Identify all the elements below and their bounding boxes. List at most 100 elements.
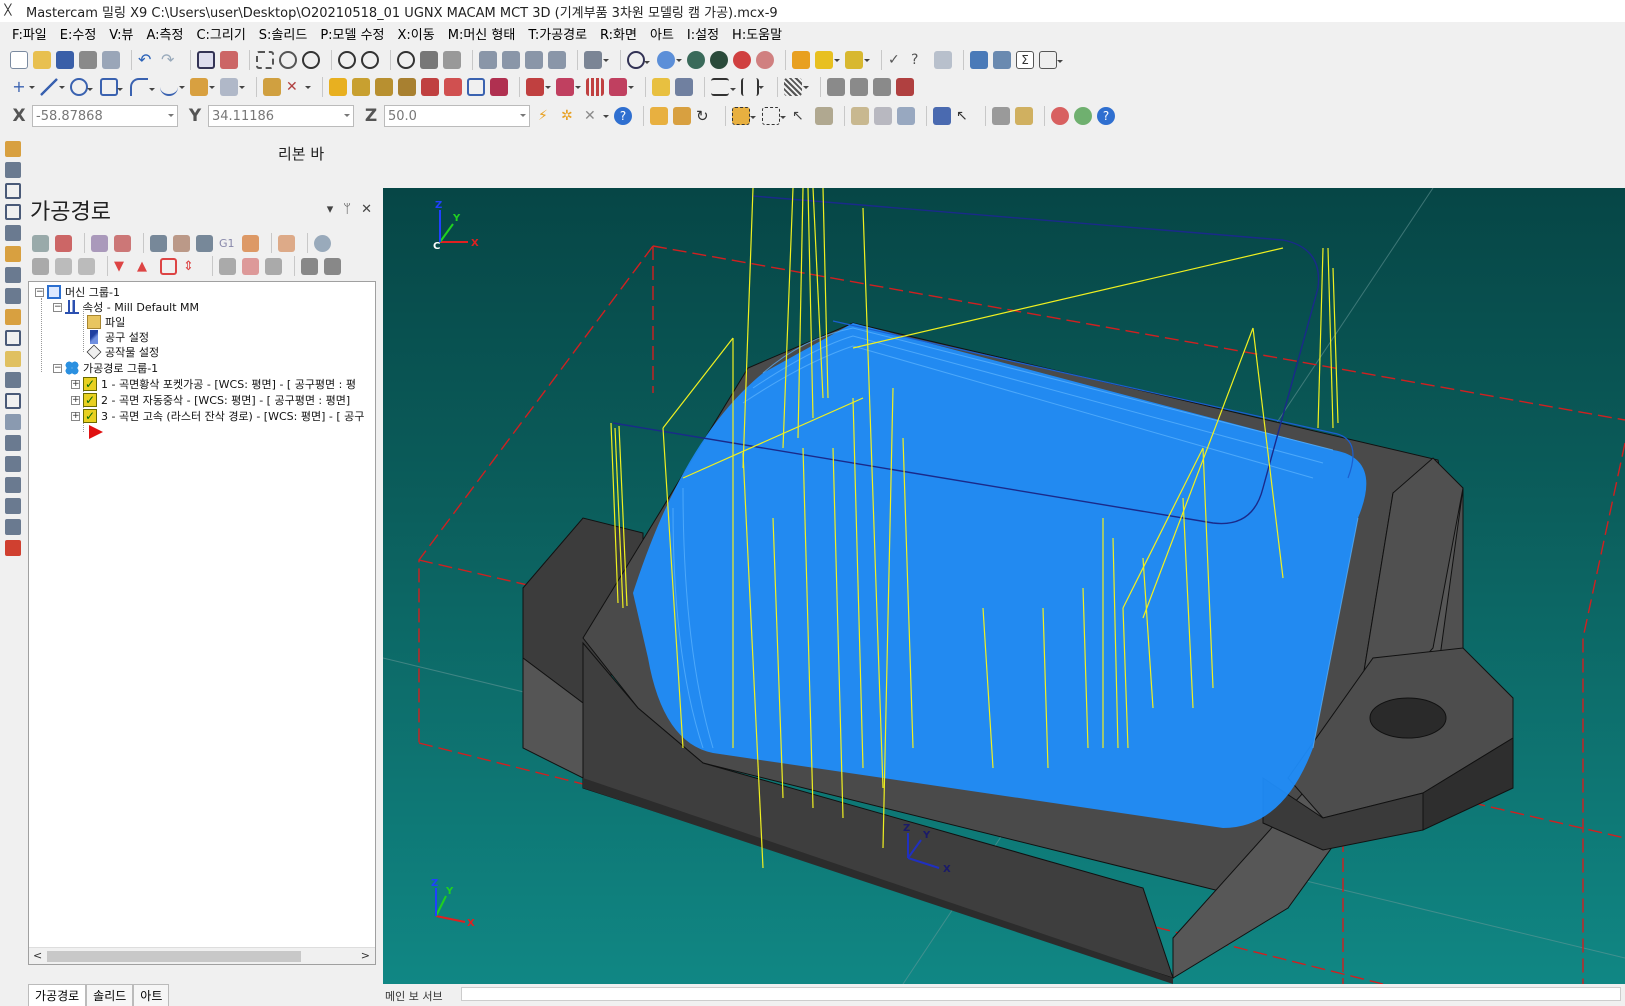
shade-hidden-icon[interactable] [710,51,728,69]
operation-checked-icon[interactable]: ✓ [83,393,97,407]
level-icon[interactable] [556,78,581,96]
repaint-icon[interactable] [220,51,238,69]
xform-stretch-icon[interactable] [444,78,462,96]
trim-icon[interactable] [220,78,245,96]
redo-icon[interactable]: ↷ [161,51,179,69]
tree-operation-1[interactable]: + ✓ 1 - 곡면황삭 포켓가공 - [WCS: 평면] - [ 공구평면 :… [71,376,356,392]
select-all-ops-icon[interactable] [32,234,49,252]
autocursor-override-icon[interactable]: ✕ [584,107,609,125]
analyze-dist-icon[interactable] [815,51,840,69]
xform-translate-icon[interactable] [329,78,347,96]
circle-icon[interactable] [70,78,93,96]
menu-art[interactable]: 아트 [650,24,674,43]
tree-stock-setup[interactable]: 공작물 설정 [86,344,159,360]
chevron-down-icon[interactable] [168,114,174,120]
toggle-display-icon[interactable] [55,257,72,275]
z-coord-input[interactable] [385,106,513,126]
planes-icon[interactable] [584,51,609,69]
pattern-icon[interactable] [586,78,604,96]
customize-icon[interactable] [1039,51,1063,69]
chevron-down-icon[interactable]: ▾ [327,202,334,217]
toolpath-settings-icon[interactable] [301,257,318,275]
create-circle-icon[interactable] [5,414,21,430]
menu-screen[interactable]: R:화면 [600,24,637,43]
menu-edit[interactable]: E:수정 [60,24,97,43]
spline-manual-icon[interactable] [5,267,21,283]
toolpath-manager-icon[interactable] [827,78,845,96]
shade-translucent-icon[interactable] [756,51,774,69]
create-rect-icon[interactable] [5,393,21,409]
fast-point-icon[interactable]: ⚡ [538,107,556,125]
toolpath-post-icon[interactable] [896,78,914,96]
solid-boolean-icon[interactable] [5,456,21,472]
xform-offset-icon[interactable] [421,78,439,96]
move-down-icon[interactable]: ▼ [114,258,131,275]
solid-select-icon[interactable] [815,107,833,125]
print-icon[interactable] [79,51,97,69]
undo-icon[interactable]: ↶ [138,51,156,69]
pin-icon[interactable]: ᛘ [343,202,351,217]
tree-properties[interactable]: − 속성 - Mill Default MM [53,299,199,315]
zoom-window-icon[interactable] [256,51,274,69]
view-right-icon[interactable] [525,51,543,69]
toolpath-backplot-icon[interactable] [873,78,891,96]
hide-icon[interactable] [324,257,341,275]
chevron-down-icon[interactable] [344,114,350,120]
collapse-icon[interactable]: − [53,302,62,312]
move-up-icon[interactable]: ▲ [137,258,154,275]
print-preview-icon[interactable] [102,51,120,69]
chamfer-icon[interactable] [5,246,21,262]
chevron-down-icon[interactable] [520,114,526,120]
help-circle-icon[interactable]: ? [1097,107,1115,125]
graphics-viewport[interactable]: X Y Z C X Y Z X Y Z [383,188,1625,984]
sum-icon[interactable]: Σ [1016,51,1034,69]
drill-point-icon[interactable] [652,78,670,96]
zoom-target-icon[interactable] [279,51,297,69]
menu-view[interactable]: V:뷰 [109,24,133,43]
selection-mode-icon[interactable] [732,107,756,125]
pan-icon[interactable] [443,51,461,69]
create-line-icon[interactable] [5,372,21,388]
fillet-entities-icon[interactable] [5,225,21,241]
menu-analyze[interactable]: A:측정 [146,24,183,43]
g1-post-icon[interactable]: G1 [219,235,236,252]
scroll-to-insert-icon[interactable]: ⇕ [183,258,200,275]
tree-horizontal-scrollbar[interactable]: < > [29,947,375,964]
scrollbar-thumb[interactable] [47,951,301,962]
fillet-icon[interactable] [130,78,155,96]
dimension-vertical-icon[interactable] [741,78,764,96]
scroll-left-icon[interactable]: < [33,949,42,962]
xform-roll-icon[interactable] [490,78,508,96]
line-icon[interactable] [40,78,65,96]
fit-icon[interactable] [197,51,215,69]
only-display-assoc-icon[interactable] [242,257,259,275]
toggle-post-icon[interactable] [78,257,95,275]
new-file-icon[interactable] [10,51,28,69]
image-icon[interactable] [993,51,1011,69]
window-select-icon[interactable] [762,107,786,125]
toolpath-tree[interactable]: − 머신 그룹-1 − 속성 - Mill Default MM 파일 공구 설… [28,281,376,965]
surface-icon[interactable] [190,78,215,96]
stop-icon[interactable] [1051,107,1069,125]
zoom-out-icon[interactable] [361,51,379,69]
lock-icon[interactable] [32,257,49,275]
tree-machine-group[interactable]: − 머신 그룹-1 [35,284,120,300]
insert-after-icon[interactable] [160,257,177,275]
select-only-icon[interactable] [673,107,691,125]
view-front-icon[interactable] [502,51,520,69]
z-coord-box[interactable] [384,105,530,127]
menu-machine-type[interactable]: M:머신 형태 [448,24,516,43]
help-icon[interactable] [314,234,331,252]
collapse-icon[interactable]: − [35,287,44,297]
menu-create[interactable]: C:그리기 [196,24,245,43]
solid-revolve-icon[interactable] [5,330,21,346]
regen-dirty-icon[interactable] [114,234,131,252]
operation-checked-icon[interactable]: ✓ [83,377,97,391]
break-icon[interactable] [263,78,281,96]
menu-xform[interactable]: X:이동 [398,24,435,43]
insert-arrow[interactable] [87,424,107,440]
tree-toolpath-group[interactable]: − 가공경로 그룹-1 [53,360,158,376]
menu-settings[interactable]: I:설정 [687,24,719,43]
backplot-icon[interactable] [150,234,167,252]
regen-selected-icon[interactable] [91,234,108,252]
